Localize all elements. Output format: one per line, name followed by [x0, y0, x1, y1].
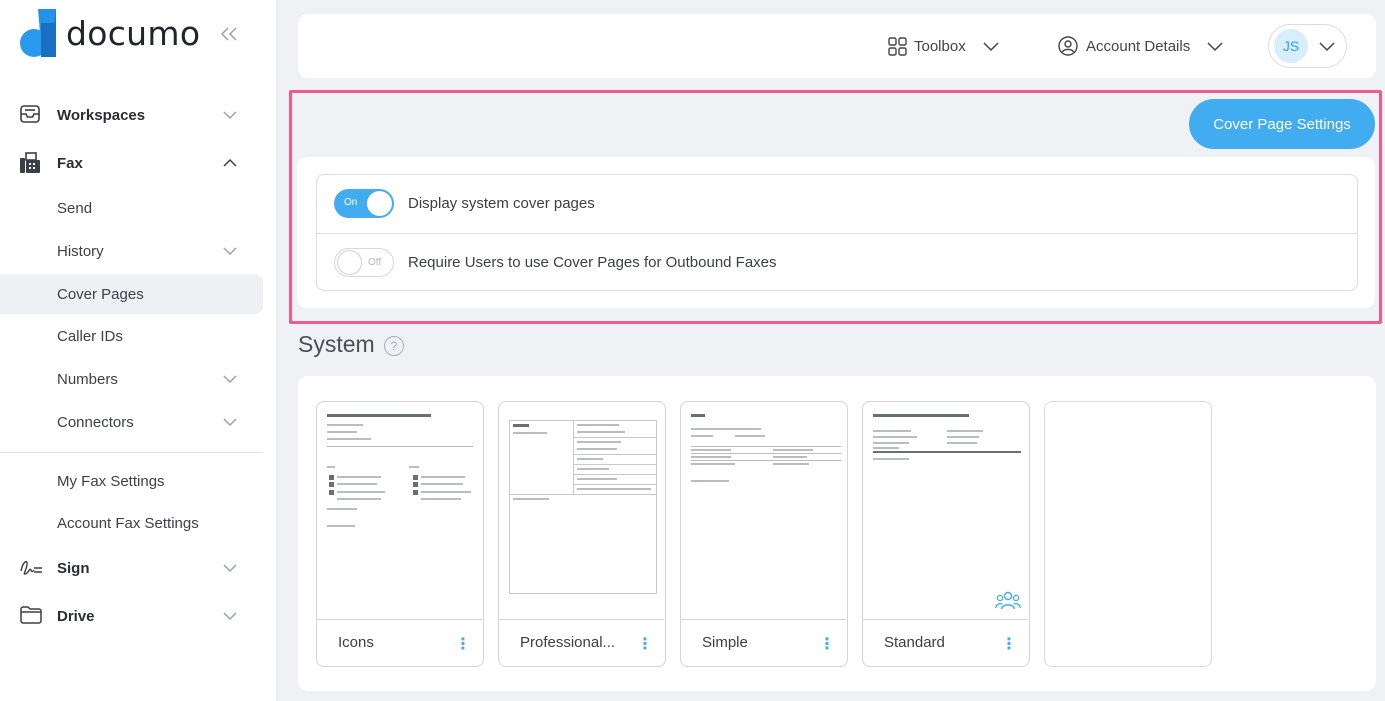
- chevron-down-icon: [222, 244, 238, 256]
- collapse-sidebar-icon[interactable]: [220, 24, 237, 47]
- template-card-simple[interactable]: Simple ⋮: [680, 401, 848, 667]
- sidebar-item-label: Send: [57, 199, 93, 217]
- sidebar-item-label: Caller IDs: [57, 327, 123, 345]
- sidebar-item-cover-pages[interactable]: Cover Pages: [0, 274, 263, 314]
- sidebar-item-history[interactable]: History: [0, 231, 263, 271]
- chevron-down-icon: [222, 609, 238, 621]
- sidebar-divider: [0, 452, 263, 453]
- sidebar-item-workspaces[interactable]: Workspaces: [0, 95, 263, 135]
- template-card-standard[interactable]: Standard ⋮: [862, 401, 1030, 667]
- option-label: Display system cover pages: [408, 195, 595, 212]
- account-details-label: Account Details: [1086, 37, 1191, 55]
- section-title: System: [298, 331, 375, 357]
- sidebar-item-sign[interactable]: Sign: [0, 548, 263, 588]
- sidebar-item-label: Numbers: [57, 370, 118, 388]
- require-cover-pages-toggle[interactable]: Off: [334, 248, 394, 277]
- toggle-state-label: On: [344, 197, 358, 208]
- chevron-down-icon: [222, 415, 238, 427]
- chevron-down-icon: [1206, 40, 1224, 52]
- template-preview: [317, 402, 482, 620]
- help-icon[interactable]: ?: [384, 336, 404, 356]
- signature-icon: [19, 557, 43, 579]
- user-menu[interactable]: JS: [1268, 24, 1347, 68]
- avatar: JS: [1274, 29, 1308, 63]
- sidebar-item-label: Account Fax Settings: [57, 514, 199, 532]
- users-group-icon: [995, 590, 1021, 612]
- template-preview: [681, 402, 846, 620]
- sidebar: documo Workspaces Fax Send History Cover…: [0, 0, 277, 701]
- display-system-cover-pages-toggle[interactable]: On: [334, 189, 394, 218]
- sidebar-item-label: Workspaces: [57, 106, 146, 124]
- sidebar-item-my-fax-settings[interactable]: My Fax Settings: [0, 461, 263, 501]
- toggle-state-label: Off: [368, 257, 382, 268]
- user-circle-icon: [1058, 36, 1078, 56]
- more-options-icon[interactable]: ⋮: [455, 634, 471, 654]
- template-preview: [499, 402, 664, 620]
- more-options-icon[interactable]: ⋮: [819, 634, 835, 654]
- sidebar-item-label: Drive: [57, 607, 95, 625]
- template-name: Standard: [884, 634, 945, 651]
- more-options-icon[interactable]: ⋮: [1001, 634, 1017, 654]
- sidebar-item-label: Connectors: [57, 413, 134, 431]
- option-display-system-cover-pages: On Display system cover pages: [317, 175, 1357, 233]
- sidebar-item-label: My Fax Settings: [57, 472, 165, 490]
- fax-machine-icon: [19, 152, 43, 174]
- template-name: Icons: [338, 634, 374, 651]
- chevron-down-icon: [1318, 40, 1336, 52]
- sidebar-item-label: Cover Pages: [57, 285, 144, 303]
- sidebar-item-label: Sign: [57, 559, 90, 577]
- folder-icon: [19, 605, 43, 627]
- account-details-menu[interactable]: Account Details: [1058, 14, 1224, 78]
- grid-icon: [888, 36, 907, 56]
- more-options-icon[interactable]: ⋮: [637, 634, 653, 654]
- chevron-down-icon: [222, 372, 238, 384]
- chevron-down-icon: [222, 108, 238, 120]
- toggle-knob: [337, 250, 362, 275]
- chevron-down-icon: [222, 561, 238, 573]
- template-card-professional[interactable]: Professional... ⋮: [498, 401, 666, 667]
- template-name: Simple: [702, 634, 748, 651]
- sidebar-item-account-fax-settings[interactable]: Account Fax Settings: [0, 503, 263, 543]
- option-require-cover-pages: Off Require Users to use Cover Pages for…: [317, 233, 1357, 291]
- cover-options-list: On Display system cover pages Off Requir…: [316, 174, 1358, 291]
- documo-logo-mark-icon: [18, 9, 58, 57]
- sidebar-item-send[interactable]: Send: [0, 188, 263, 228]
- option-label: Require Users to use Cover Pages for Out…: [408, 254, 777, 271]
- sidebar-item-drive[interactable]: Drive: [0, 596, 263, 636]
- template-card-icons[interactable]: Icons ⋮: [316, 401, 484, 667]
- toolbox-menu[interactable]: Toolbox: [888, 14, 1000, 78]
- brand-name: documo: [66, 13, 201, 53]
- sidebar-item-caller-ids[interactable]: Caller IDs: [0, 316, 263, 356]
- cover-page-settings-button[interactable]: Cover Page Settings: [1189, 99, 1375, 149]
- top-header: Toolbox Account Details JS: [298, 14, 1376, 78]
- sidebar-item-numbers[interactable]: Numbers: [0, 359, 263, 399]
- chevron-up-icon: [222, 156, 238, 168]
- sidebar-item-label: History: [57, 242, 104, 260]
- toolbox-label: Toolbox: [914, 37, 966, 55]
- toggle-knob: [367, 191, 392, 216]
- template-preview: [863, 402, 1028, 620]
- template-name: Professional...: [520, 634, 616, 651]
- inbox-tray-icon: [19, 104, 43, 126]
- sidebar-item-label: Fax: [57, 154, 83, 172]
- documo-logo[interactable]: documo: [18, 8, 200, 58]
- sidebar-item-connectors[interactable]: Connectors: [0, 402, 263, 442]
- chevron-down-icon: [982, 40, 1000, 52]
- sidebar-item-fax[interactable]: Fax: [0, 143, 263, 183]
- template-card-blank[interactable]: [1044, 401, 1212, 667]
